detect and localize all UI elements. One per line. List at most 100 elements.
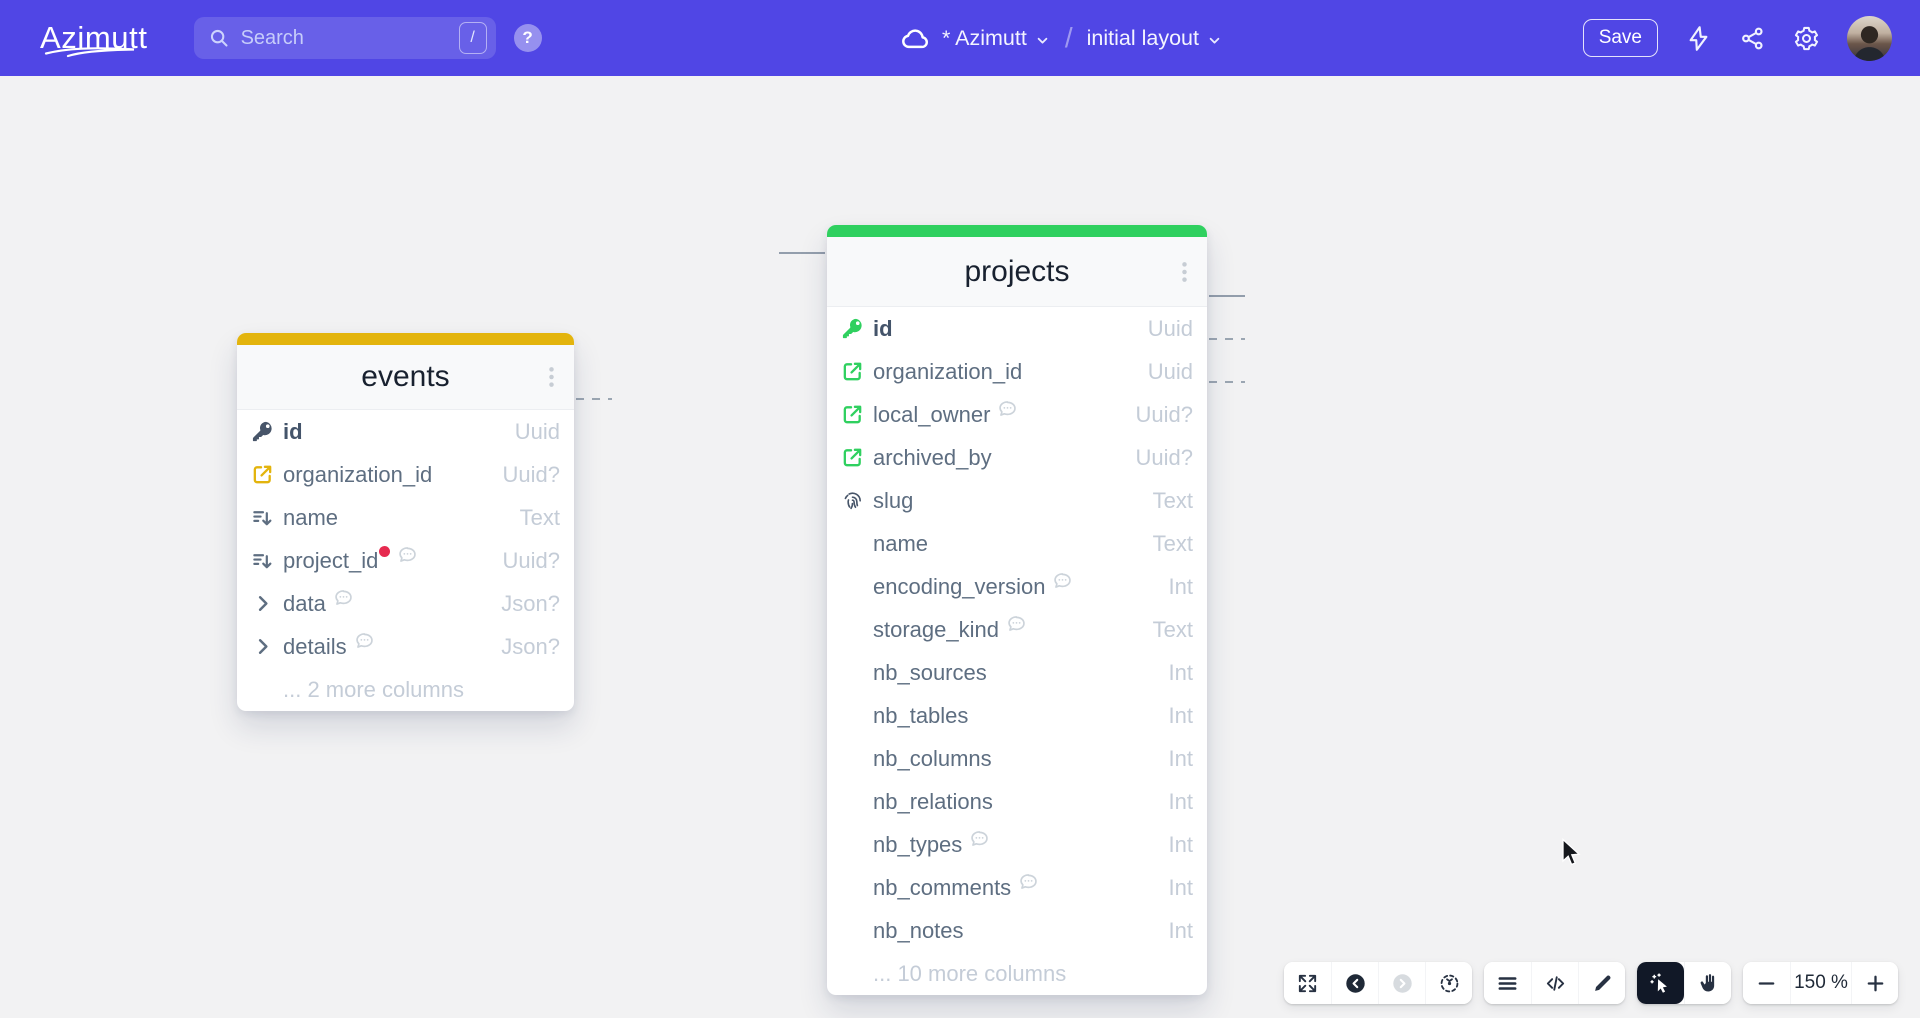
- column-name: encoding_version: [873, 574, 1045, 600]
- column-row[interactable]: idUuid: [237, 410, 574, 453]
- table-card-events[interactable]: eventsidUuidorganization_idUuid?nameText…: [237, 333, 574, 711]
- column-name: details: [283, 634, 347, 660]
- source-code-button[interactable]: [1531, 962, 1578, 1004]
- table-accent-bar: [827, 225, 1207, 237]
- column-row[interactable]: nb_relationsInt: [827, 780, 1207, 823]
- comment-icon: [333, 587, 354, 608]
- chevron-down-icon: [1034, 30, 1051, 47]
- external-link-icon: [251, 463, 274, 486]
- column-row[interactable]: details Json?: [237, 625, 574, 668]
- column-row[interactable]: nameText: [237, 496, 574, 539]
- save-button[interactable]: Save: [1583, 19, 1658, 57]
- toolbar-group: 150 %: [1743, 962, 1898, 1004]
- index-icon: [251, 506, 274, 529]
- table-menu-button[interactable]: [538, 362, 565, 393]
- column-type: Json?: [501, 634, 560, 660]
- column-name: storage_kind: [873, 617, 999, 643]
- comment-icon: [1052, 570, 1073, 591]
- column-row[interactable]: slug Text: [827, 479, 1207, 522]
- pan-tool-button[interactable]: [1684, 962, 1731, 1004]
- bolt-icon[interactable]: [1685, 25, 1712, 52]
- column-row[interactable]: name Text: [827, 522, 1207, 565]
- column-row[interactable]: nb_tablesInt: [827, 694, 1207, 737]
- column-type: Int: [1169, 703, 1193, 729]
- fingerprint-icon: [841, 489, 864, 512]
- column-row[interactable]: nb_types Int: [827, 823, 1207, 866]
- more-columns[interactable]: ... 2 more columns: [237, 668, 574, 711]
- undo-button[interactable]: [1331, 962, 1378, 1004]
- comment-icon: [969, 828, 990, 849]
- search-input[interactable]: [239, 26, 459, 51]
- column-name: nb_columns: [873, 746, 992, 772]
- toolbar-group: [1484, 962, 1625, 1004]
- table-menu-button[interactable]: [1171, 256, 1198, 287]
- toolbar-group: [1637, 962, 1731, 1004]
- gear-icon[interactable]: [1793, 25, 1820, 52]
- more-columns[interactable]: ... 10 more columns: [827, 952, 1207, 995]
- column-row[interactable]: nb_notesInt: [827, 909, 1207, 952]
- column-type: Int: [1169, 746, 1193, 772]
- column-type: Text: [1153, 488, 1193, 514]
- column-row[interactable]: id Uuid: [827, 307, 1207, 350]
- fit-view-button[interactable]: [1425, 962, 1472, 1004]
- column-row[interactable]: local_ownerUuid?: [827, 393, 1207, 436]
- column-name: slug: [873, 488, 913, 514]
- column-name: nb_types: [873, 832, 962, 858]
- table-card-projects[interactable]: projects id Uuid organization_id Uuid local_o…: [827, 225, 1207, 995]
- zoom-level: 150 %: [1790, 962, 1851, 1004]
- table-header[interactable]: events: [237, 345, 574, 410]
- column-name: name: [873, 531, 928, 557]
- topbar-actions: Save: [1583, 0, 1892, 76]
- relation-stub-projects-organization_id: [1209, 295, 1245, 297]
- zoom-in-button[interactable]: [1851, 962, 1898, 1004]
- notification-dot-icon: [379, 546, 390, 557]
- column-row[interactable]: archived_byUuid?: [827, 436, 1207, 479]
- column-row[interactable]: storage_kindText: [827, 608, 1207, 651]
- table-list-button[interactable]: [1484, 962, 1531, 1004]
- comment-icon: [1006, 613, 1027, 634]
- column-row[interactable]: organization_idUuid?: [237, 453, 574, 496]
- project-switcher[interactable]: * Azimutt: [942, 26, 1051, 51]
- column-row[interactable]: organization_id Uuid: [827, 350, 1207, 393]
- table-columns: idUuidorganization_idUuid?nameTextprojec…: [237, 410, 574, 711]
- column-row[interactable]: nb_commentsInt: [827, 866, 1207, 909]
- layout-switcher[interactable]: initial layout: [1087, 26, 1223, 51]
- table-title: projects: [964, 255, 1069, 289]
- column-name: id: [873, 316, 893, 342]
- column-name: archived_by: [873, 445, 992, 471]
- search-icon: [208, 27, 230, 49]
- help-button[interactable]: ?: [514, 24, 542, 52]
- comment-icon: [397, 544, 418, 565]
- external-link-icon: [841, 403, 864, 426]
- column-name: nb_comments: [873, 875, 1011, 901]
- edit-button[interactable]: [1578, 962, 1625, 1004]
- column-name: organization_id: [873, 359, 1022, 385]
- logo-underline-swoosh: [44, 30, 136, 66]
- column-type: Int: [1169, 832, 1193, 858]
- select-tool-button[interactable]: [1637, 962, 1684, 1004]
- column-type: Int: [1169, 918, 1193, 944]
- search-box[interactable]: /: [194, 17, 496, 59]
- redo-button[interactable]: [1378, 962, 1425, 1004]
- relation-stub-projects-archived_by: [1209, 381, 1245, 383]
- column-row[interactable]: dataJson?: [237, 582, 574, 625]
- chevron-down-icon: [1206, 30, 1223, 47]
- column-row[interactable]: nb_columns Int: [827, 737, 1207, 780]
- zoom-out-button[interactable]: [1743, 962, 1790, 1004]
- user-avatar[interactable]: [1847, 16, 1892, 61]
- column-type: Uuid: [1148, 316, 1193, 342]
- column-row[interactable]: nb_sourcesInt: [827, 651, 1207, 694]
- app-logo[interactable]: Azimutt: [40, 20, 148, 56]
- column-type: Uuid?: [503, 548, 560, 574]
- column-row[interactable]: project_idUuid?: [237, 539, 574, 582]
- diagram-canvas[interactable]: eventsidUuidorganization_idUuid?nameText…: [0, 76, 1920, 1018]
- column-type: Text: [1153, 531, 1193, 557]
- column-name: data: [283, 591, 326, 617]
- column-row[interactable]: encoding_versionInt: [827, 565, 1207, 608]
- column-name: organization_id: [283, 462, 432, 488]
- share-icon[interactable]: [1739, 25, 1766, 52]
- fullscreen-button[interactable]: [1284, 962, 1331, 1004]
- column-type: Uuid: [1148, 359, 1193, 385]
- breadcrumb-separator: /: [1065, 22, 1073, 54]
- table-header[interactable]: projects: [827, 237, 1207, 307]
